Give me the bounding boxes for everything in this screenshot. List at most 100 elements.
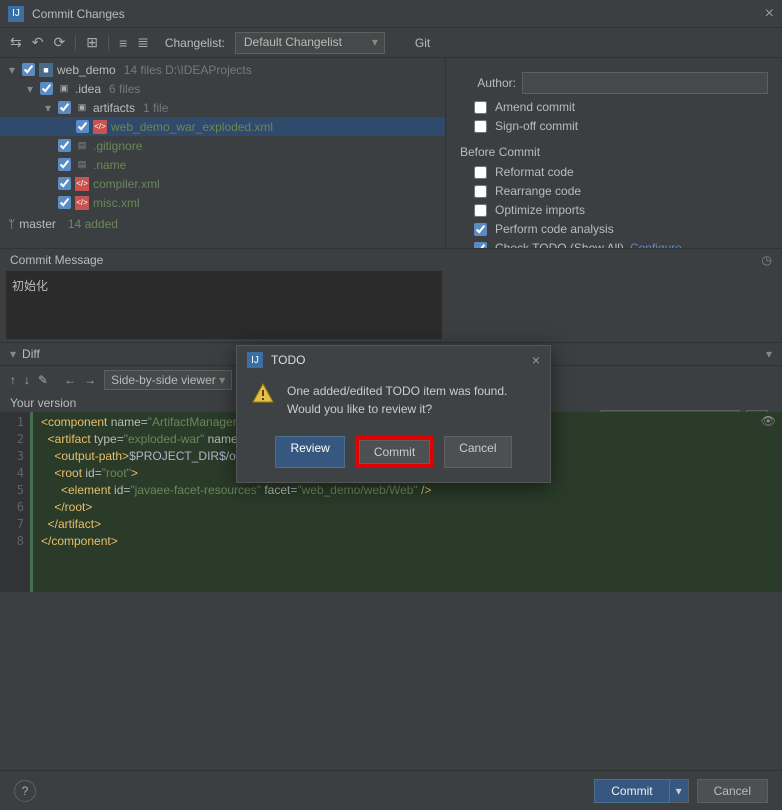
module-icon: ■	[39, 63, 53, 77]
tree-file-compiler[interactable]: </> compiler.xml	[0, 174, 445, 193]
checkbox[interactable]	[58, 196, 71, 209]
collapse-diff-icon[interactable]: ▾	[766, 347, 772, 361]
tree-node-hint: 1 file	[143, 101, 168, 115]
viewer-select[interactable]: Side-by-side viewer	[104, 370, 232, 390]
commit-dropdown-button[interactable]: ▾	[670, 779, 689, 803]
reformat-row[interactable]: Reformat code	[474, 165, 768, 179]
nav-forward-icon[interactable]: →	[84, 373, 96, 387]
modal-message: One added/edited TODO item was found. Wo…	[287, 382, 507, 418]
changelist-select[interactable]: Default Changelist	[235, 32, 385, 54]
checkbox[interactable]	[58, 101, 71, 114]
tree-node-label: web_demo_war_exploded.xml	[111, 120, 273, 134]
checkbox[interactable]	[76, 120, 89, 133]
amend-label: Amend commit	[495, 100, 575, 114]
checkbox[interactable]	[58, 158, 71, 171]
rearrange-checkbox[interactable]	[474, 185, 487, 198]
rearrange-row[interactable]: Rearrange code	[474, 184, 768, 198]
signoff-checkbox[interactable]	[474, 120, 487, 133]
prev-diff-icon[interactable]: ↑	[10, 373, 16, 387]
tree-file-exploded[interactable]: </> web_demo_war_exploded.xml	[0, 117, 445, 136]
tree-folder-idea[interactable]: ▾ ▣ .idea 6 files	[0, 79, 445, 98]
help-button[interactable]: ?	[14, 780, 36, 802]
rearrange-label: Rearrange code	[495, 184, 581, 198]
commit-toolbar: ⇆ ↶ ⟳ ⊞ ≡ ≣ Changelist: Default Changeli…	[0, 28, 782, 58]
close-icon[interactable]: ×	[532, 352, 540, 368]
signoff-row[interactable]: Sign-off commit	[474, 119, 768, 133]
next-diff-icon[interactable]: ↓	[24, 373, 30, 387]
refresh-icon[interactable]: ⟳	[53, 34, 65, 51]
tree-node-hint: 14 files D:\IDEAProjects	[124, 63, 252, 77]
modal-commit-button[interactable]: Commit	[359, 440, 430, 464]
signoff-label: Sign-off commit	[495, 119, 578, 133]
optimize-row[interactable]: Optimize imports	[474, 203, 768, 217]
edit-icon[interactable]: ✎	[38, 373, 48, 387]
commit-message-label: Commit Message	[10, 253, 103, 267]
eye-icon[interactable]: 👁	[761, 414, 776, 428]
amend-row[interactable]: Amend commit	[474, 100, 768, 114]
analysis-checkbox[interactable]	[474, 223, 487, 236]
dialog-footer: ? Commit ▾ Cancel	[0, 770, 782, 810]
chevron-down-icon[interactable]: ▾	[6, 63, 18, 77]
configure-link[interactable]: Configure	[630, 241, 682, 248]
checkbox[interactable]	[58, 139, 71, 152]
reformat-checkbox[interactable]	[474, 166, 487, 179]
nav-back-icon[interactable]: ←	[64, 373, 76, 387]
tree-file-misc[interactable]: </> misc.xml	[0, 193, 445, 212]
diff-label: Diff	[22, 347, 40, 361]
author-label: Author:	[460, 76, 516, 90]
tree-node-label: misc.xml	[93, 196, 140, 210]
commit-message-input[interactable]	[6, 271, 442, 339]
todo-checkbox[interactable]	[474, 242, 487, 249]
added-count: 14 added	[68, 217, 118, 231]
author-input[interactable]	[522, 72, 768, 94]
commit-message-section: Commit Message ◷	[0, 248, 782, 342]
optimize-checkbox[interactable]	[474, 204, 487, 217]
separator	[108, 35, 109, 51]
changelist-value: Default Changelist	[244, 35, 342, 49]
tree-folder-artifacts[interactable]: ▾ ▣ artifacts 1 file	[0, 98, 445, 117]
todo-row[interactable]: Check TODO (Show All) Configure	[474, 241, 768, 248]
xml-file-icon: </>	[75, 196, 89, 210]
tree-node-hint: 6 files	[109, 82, 140, 96]
close-icon[interactable]: ×	[765, 5, 774, 23]
history-icon[interactable]: ◷	[762, 253, 772, 267]
author-row: Author:	[460, 72, 768, 94]
file-tree-pane: ▾ ■ web_demo 14 files D:\IDEAProjects ▾ …	[0, 58, 446, 248]
group-icon[interactable]: ⊞	[86, 34, 98, 51]
tree-file-gitignore[interactable]: ▤ .gitignore	[0, 136, 445, 155]
modal-line2: Would you like to review it?	[287, 400, 507, 418]
xml-file-icon: </>	[93, 120, 107, 134]
expand-icon[interactable]: ≡	[119, 35, 127, 51]
chevron-down-icon[interactable]: ▾	[24, 82, 36, 96]
amend-checkbox[interactable]	[474, 101, 487, 114]
tree-root[interactable]: ▾ ■ web_demo 14 files D:\IDEAProjects	[0, 60, 445, 79]
commit-highlight: Commit	[355, 436, 434, 468]
text-file-icon: ▤	[75, 158, 89, 172]
cancel-button[interactable]: Cancel	[697, 779, 768, 803]
modal-cancel-button[interactable]: Cancel	[444, 436, 511, 468]
review-button[interactable]: Review	[275, 436, 344, 468]
tree-node-label: .name	[93, 158, 126, 172]
commit-button[interactable]: Commit	[594, 779, 669, 803]
xml-file-icon: </>	[75, 177, 89, 191]
checkbox[interactable]	[40, 82, 53, 95]
warning-icon	[251, 382, 275, 406]
options-pane: Author: Amend commit Sign-off commit Bef…	[446, 58, 782, 248]
file-tree: ▾ ■ web_demo 14 files D:\IDEAProjects ▾ …	[0, 58, 445, 214]
todo-label: Check TODO (Show All)	[495, 241, 624, 248]
checkbox[interactable]	[22, 63, 35, 76]
analysis-row[interactable]: Perform code analysis	[474, 222, 768, 236]
tree-node-label: .idea	[75, 82, 101, 96]
window-title: Commit Changes	[32, 7, 125, 21]
revert-icon[interactable]: ↶	[32, 34, 44, 51]
folder-icon: ▣	[75, 101, 89, 115]
tree-file-name[interactable]: ▤ .name	[0, 155, 445, 174]
collapse-icon[interactable]: ≣	[137, 34, 149, 51]
show-diff-icon[interactable]: ⇆	[10, 34, 22, 51]
before-commit-section: Before Commit	[460, 145, 768, 159]
modal-line1: One added/edited TODO item was found.	[287, 382, 507, 400]
checkbox[interactable]	[58, 177, 71, 190]
chevron-down-icon[interactable]: ▾	[42, 101, 54, 115]
viewer-value: Side-by-side viewer	[111, 373, 216, 387]
chevron-down-icon[interactable]: ▾	[10, 347, 16, 361]
